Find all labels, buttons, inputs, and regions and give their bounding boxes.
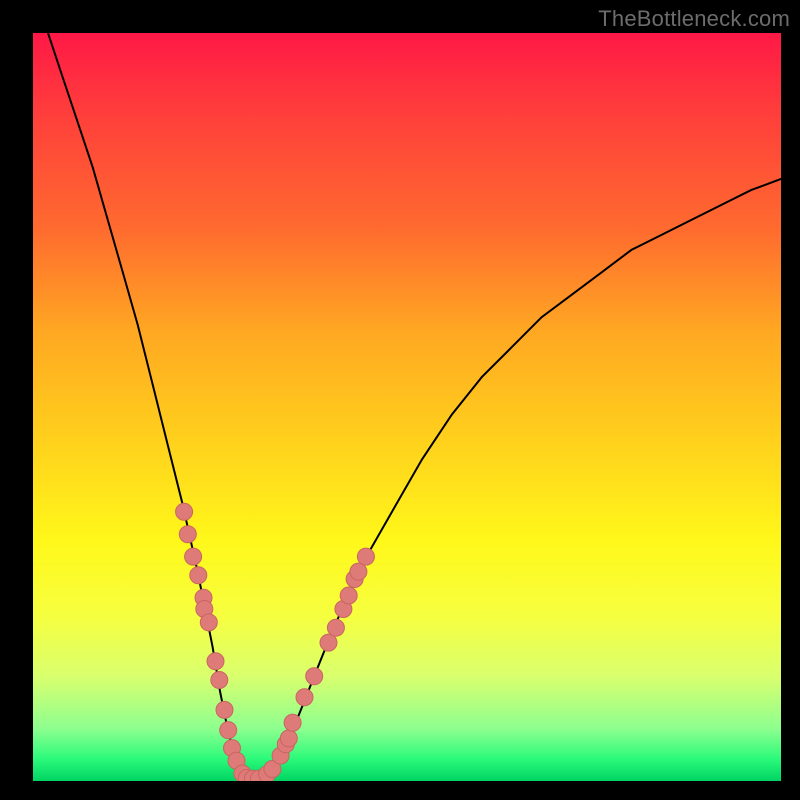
data-point [350,563,367,580]
data-point [216,701,233,718]
data-point [185,548,202,565]
data-point [280,730,297,747]
data-point [320,634,337,651]
scatter-group [176,503,375,781]
data-point [357,548,374,565]
data-point [176,503,193,520]
chart-frame: TheBottleneck.com [0,0,800,800]
data-point [190,567,207,584]
plot-gradient-area [33,33,781,781]
plot-svg [33,33,781,781]
data-point [284,714,301,731]
data-point [340,587,357,604]
data-point [306,668,323,685]
data-point [207,653,224,670]
data-point [296,689,313,706]
data-point [220,722,237,739]
data-point [200,614,217,631]
data-point [211,672,228,689]
data-point [179,526,196,543]
bottleneck-curve [48,33,781,780]
data-point [327,619,344,636]
watermark-text: TheBottleneck.com [598,6,790,32]
